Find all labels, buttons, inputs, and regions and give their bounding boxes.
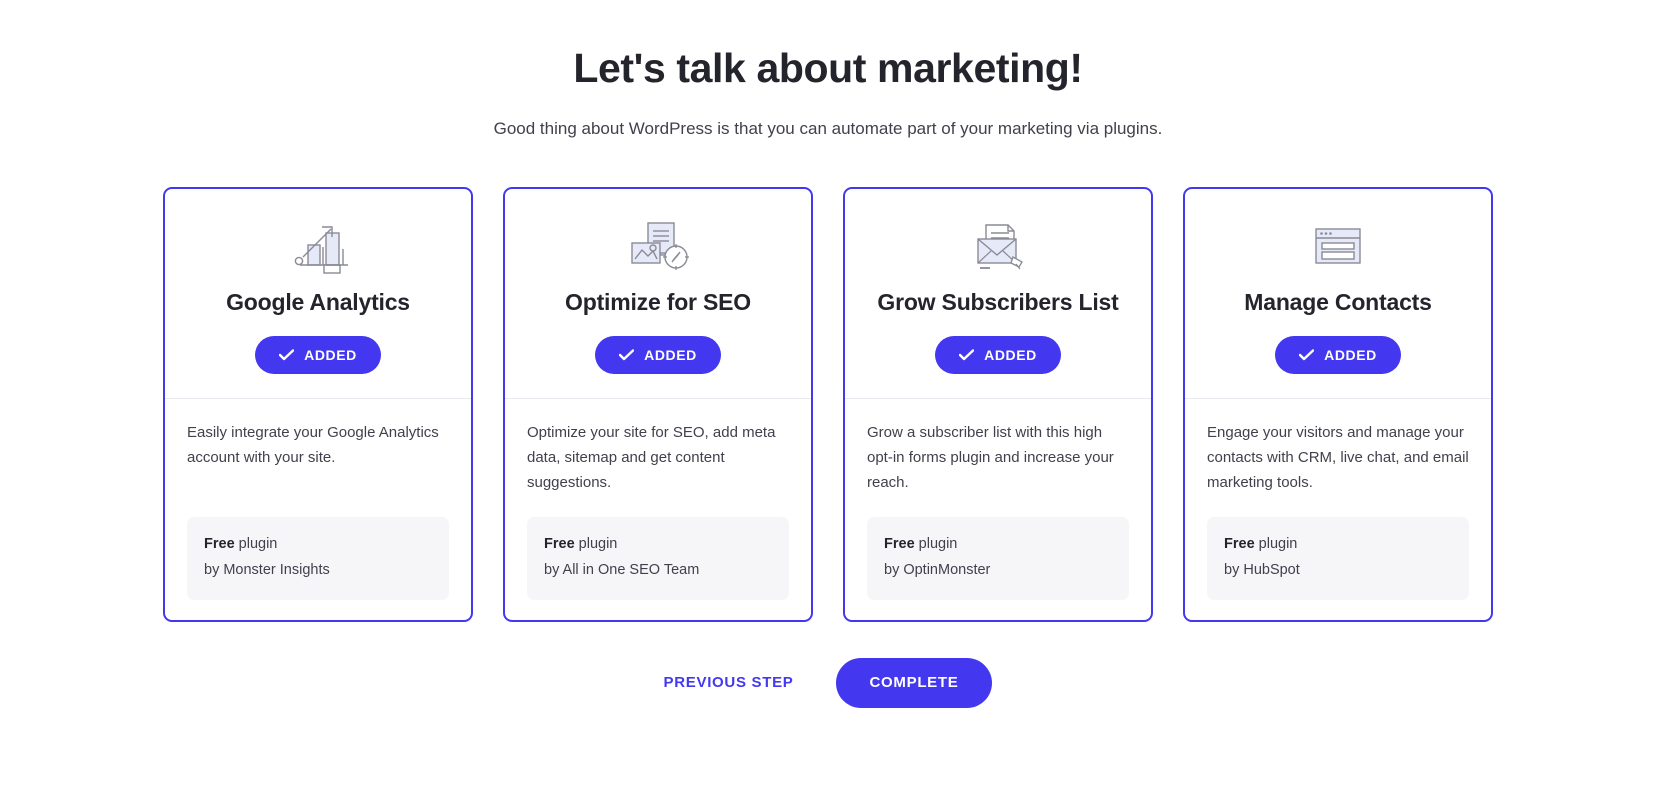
check-icon xyxy=(619,349,635,361)
complete-button[interactable]: COMPLETE xyxy=(835,657,993,708)
price-suffix: plugin xyxy=(574,536,618,553)
added-button-label: ADDED xyxy=(644,347,697,364)
card-footer: Free plugin by HubSpot xyxy=(1207,517,1469,600)
page-subtitle: Good thing about WordPress is that you c… xyxy=(493,119,1163,139)
plugin-author: by HubSpot xyxy=(1224,561,1300,578)
price-label: Free xyxy=(204,536,235,553)
previous-step-button[interactable]: PREVIOUS STEP xyxy=(664,674,794,691)
card-footer: Free plugin by All in One SEO Team xyxy=(527,517,789,600)
wizard-actions: PREVIOUS STEP COMPLETE xyxy=(0,657,1656,708)
added-button-label: ADDED xyxy=(1324,347,1377,364)
price-suffix: plugin xyxy=(914,536,958,553)
price-label: Free xyxy=(544,536,575,553)
plugin-author: by Monster Insights xyxy=(204,561,330,578)
price-suffix: plugin xyxy=(1254,536,1298,553)
page-title: Let's talk about marketing! xyxy=(573,45,1083,91)
plugin-price: Free plugin xyxy=(1224,532,1452,557)
card-header: Google Analytics ADDED xyxy=(165,189,471,400)
plugin-author: by All in One SEO Team xyxy=(544,561,700,578)
check-icon xyxy=(279,349,295,361)
added-button-label: ADDED xyxy=(984,347,1037,364)
card-title: Manage Contacts xyxy=(1244,289,1432,316)
plugin-price: Free plugin xyxy=(204,532,432,557)
card-description: Grow a subscriber list with this high op… xyxy=(867,424,1114,491)
seo-document-compass-icon xyxy=(626,215,690,277)
plugin-card-optimize-for-seo[interactable]: Optimize for SEO ADDED Optimize your sit… xyxy=(503,187,813,622)
added-button[interactable]: ADDED xyxy=(255,336,381,375)
check-icon xyxy=(959,349,975,361)
plugin-price: Free plugin xyxy=(884,532,1112,557)
price-label: Free xyxy=(884,536,915,553)
card-title: Grow Subscribers List xyxy=(877,289,1119,316)
envelope-letter-icon xyxy=(966,215,1030,277)
added-button-label: ADDED xyxy=(304,347,357,364)
plugin-card-google-analytics[interactable]: Google Analytics ADDED Easily integrate … xyxy=(163,187,473,622)
browser-window-form-icon xyxy=(1306,215,1370,277)
added-button[interactable]: ADDED xyxy=(935,336,1061,375)
price-label: Free xyxy=(1224,536,1255,553)
added-button[interactable]: ADDED xyxy=(595,336,721,375)
plugin-cards-row: Google Analytics ADDED Easily integrate … xyxy=(0,187,1656,622)
plugin-author: by OptinMonster xyxy=(884,561,991,578)
added-button[interactable]: ADDED xyxy=(1275,336,1401,375)
card-header: Grow Subscribers List ADDED xyxy=(845,189,1151,400)
card-description: Easily integrate your Google Analytics a… xyxy=(187,424,439,467)
bar-chart-growth-icon xyxy=(286,215,350,277)
card-header: Optimize for SEO ADDED xyxy=(505,189,811,400)
plugin-card-manage-contacts[interactable]: Manage Contacts ADDED Engage your visito… xyxy=(1183,187,1493,622)
check-icon xyxy=(1299,349,1315,361)
plugin-card-grow-subscribers-list[interactable]: Grow Subscribers List ADDED Grow a subsc… xyxy=(843,187,1153,622)
card-title: Optimize for SEO xyxy=(565,289,751,316)
card-description: Engage your visitors and manage your con… xyxy=(1207,424,1469,491)
card-body: Easily integrate your Google Analytics a… xyxy=(165,399,471,620)
card-footer: Free plugin by OptinMonster xyxy=(867,517,1129,600)
card-title: Google Analytics xyxy=(226,289,410,316)
plugin-price: Free plugin xyxy=(544,532,772,557)
card-header: Manage Contacts ADDED xyxy=(1185,189,1491,400)
price-suffix: plugin xyxy=(234,536,278,553)
card-body: Engage your visitors and manage your con… xyxy=(1185,399,1491,620)
marketing-setup-page: Let's talk about marketing! Good thing a… xyxy=(0,0,1656,797)
card-body: Optimize your site for SEO, add meta dat… xyxy=(505,399,811,620)
card-body: Grow a subscriber list with this high op… xyxy=(845,399,1151,620)
card-footer: Free plugin by Monster Insights xyxy=(187,517,449,600)
card-description: Optimize your site for SEO, add meta dat… xyxy=(527,424,776,491)
